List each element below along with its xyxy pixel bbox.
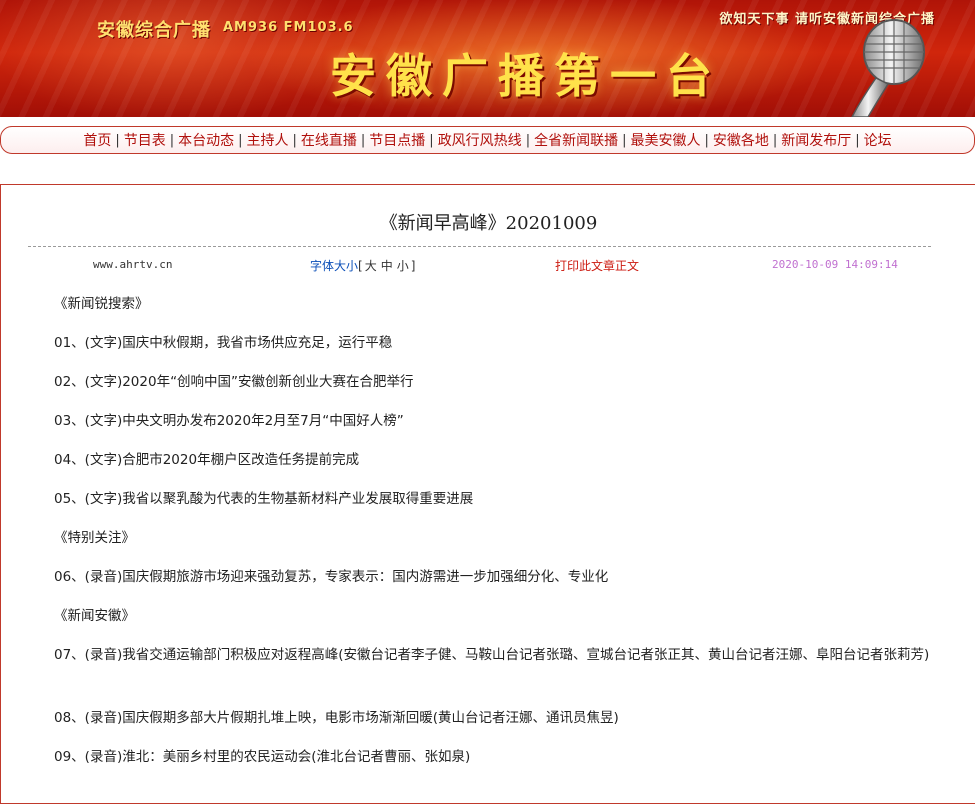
font-size-large-link[interactable]: 大 xyxy=(363,259,379,273)
font-size-medium-link[interactable]: 中 xyxy=(379,259,395,273)
news-item: 05、(文字)我省以聚乳酸为代表的生物基新材料产业发展取得重要进展 xyxy=(54,491,474,507)
news-item: 01、(文字)国庆中秋假期，我省市场供应充足，运行平稳 xyxy=(54,335,393,351)
article-panel: 《新闻早高峰》20201009 www.ahrtv.cn 字体大小[大中小] 打… xyxy=(0,184,975,804)
print-article-link[interactable]: 打印此文章正文 xyxy=(555,257,639,274)
nav-link[interactable]: 节目表 xyxy=(121,130,169,150)
nav-link[interactable]: 全省新闻联播 xyxy=(531,130,621,150)
site-url[interactable]: www.ahrtv.cn xyxy=(93,258,172,271)
banner-title: 安徽广播第一台 xyxy=(330,49,722,103)
nav-link[interactable]: 在线直播 xyxy=(298,130,360,150)
title-divider xyxy=(28,246,931,247)
nav-link[interactable]: 本台动态 xyxy=(175,130,237,150)
station-name: 安徽综合广播 xyxy=(97,20,211,41)
nav-link[interactable]: 政风行风热线 xyxy=(435,130,525,150)
nav-link[interactable]: 安徽各地 xyxy=(710,130,772,150)
nav-link[interactable]: 节目点播 xyxy=(366,130,428,150)
font-size-small-link[interactable]: 小 xyxy=(395,259,411,273)
article-timestamp: 2020-10-09 14:09:14 xyxy=(772,258,898,271)
header-banner: 安徽综合广播 AM936 FM103.6 欲知天下事 请听安徽新闻综合广播 安徽… xyxy=(0,0,975,117)
nav-link[interactable]: 最美安徽人 xyxy=(627,130,703,150)
nav-link[interactable]: 论坛 xyxy=(861,130,895,150)
news-item: 04、(文字)合肥市2020年棚户区改造任务提前完成 xyxy=(54,452,360,468)
font-size-label: 字体大小 xyxy=(310,259,359,273)
nav-link[interactable]: 主持人 xyxy=(244,130,292,150)
main-nav: 首页 | 节目表 | 本台动态 | 主持人 | 在线直播 | 节目点播 | 政风行风热线 | 全省新闻联播 |… xyxy=(0,126,975,154)
font-size-control: 字体大小[大中小] xyxy=(310,257,415,274)
section-heading: 《新闻锐搜索》 xyxy=(54,296,149,312)
microphone-icon xyxy=(851,19,925,117)
news-item: 07、(录音)我省交通运输部门积极应对返程高峰(安徽台记者李子健、马鞍山台记者张… xyxy=(54,647,930,663)
section-heading: 《新闻安徽》 xyxy=(54,608,135,624)
article-title: 《新闻早高峰》20201009 xyxy=(379,213,598,234)
news-item: 08、(录音)国庆假期多部大片假期扎堆上映，电影市场渐渐回暖(黄山台记者汪娜、通… xyxy=(54,710,619,726)
news-item: 03、(文字)中央文明办发布2020年2月至7月“中国好人榜” xyxy=(54,413,404,429)
bracket-close: ] xyxy=(410,259,416,273)
section-heading: 《特别关注》 xyxy=(54,530,135,546)
news-item: 06、(录音)国庆假期旅游市场迎来强劲复苏，专家表示：国内游需进一步加强细分化、… xyxy=(54,569,609,585)
nav-link[interactable]: 首页 xyxy=(80,130,114,150)
news-item: 09、(录音)淮北：美丽乡村里的农民运动会(淮北台记者曹丽、张如泉) xyxy=(54,749,471,765)
station-frequencies: AM936 FM103.6 xyxy=(223,20,354,35)
news-item: 02、(文字)2020年“创响中国”安徽创新创业大赛在合肥举行 xyxy=(54,374,414,390)
bracket-open: [ xyxy=(358,259,363,273)
nav-link[interactable]: 新闻发布厅 xyxy=(778,130,854,150)
